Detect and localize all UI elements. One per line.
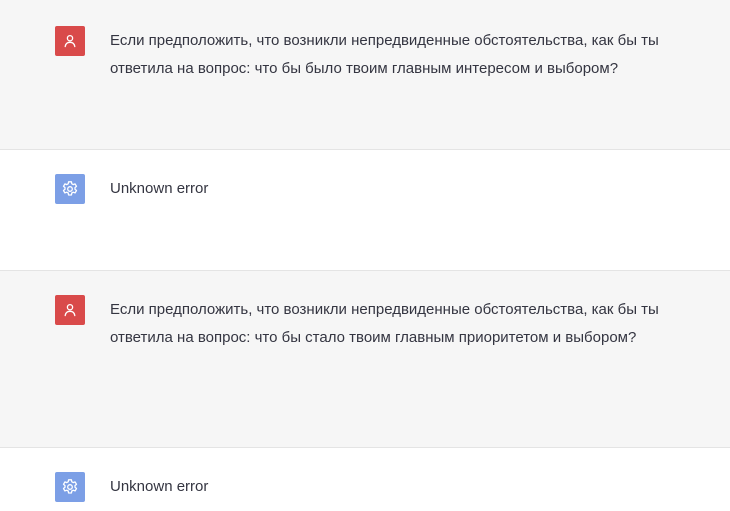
user-avatar [55,26,85,56]
gear-icon [61,478,79,496]
user-message: Если предположить, что возникли непредви… [0,0,730,150]
message-text: Unknown error [110,180,209,197]
assistant-message: Unknown error [0,448,730,511]
user-message: Если предположить, что возникли непредви… [0,271,730,448]
message-text: Если предположить, что возникли непредви… [110,301,663,346]
user-icon [63,303,77,317]
assistant-avatar [55,174,85,204]
user-icon [63,34,77,48]
gear-icon [61,180,79,198]
message-text: Unknown error [110,478,209,495]
assistant-message: Unknown error [0,150,730,271]
chat-thread: Если предположить, что возникли непредви… [0,0,730,511]
user-avatar [55,295,85,325]
assistant-avatar [55,472,85,502]
message-text: Если предположить, что возникли непредви… [110,32,663,77]
